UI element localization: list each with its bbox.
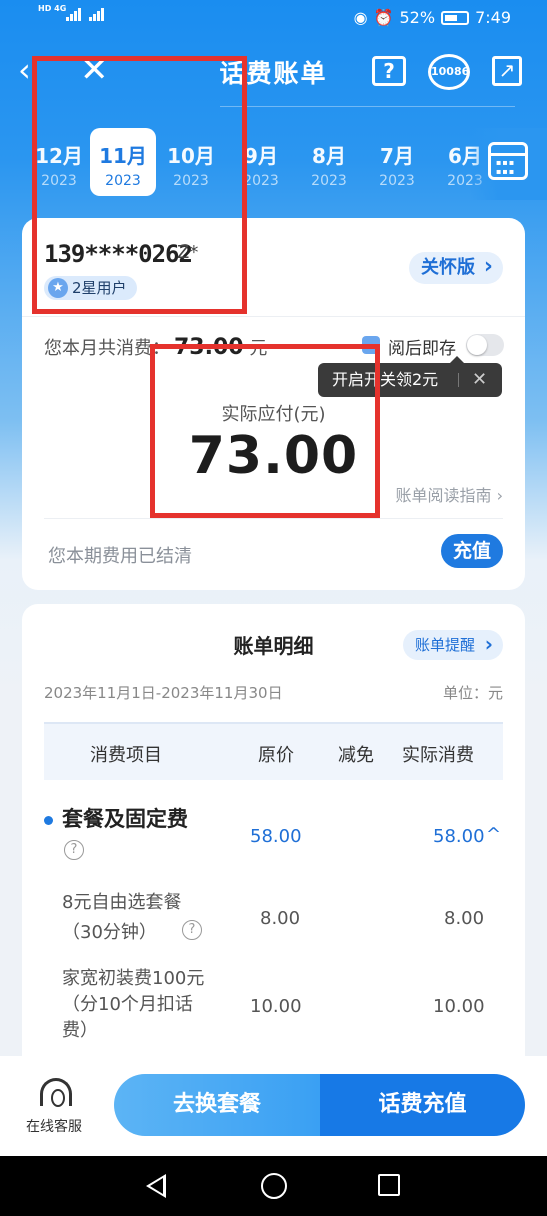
- settled-status: 您本期费用已结清: [48, 546, 192, 567]
- save-after-read-label: 阅后即存: [388, 339, 456, 359]
- recharge-button[interactable]: 充值: [441, 534, 503, 568]
- battery-icon: [441, 10, 470, 25]
- help-icon[interactable]: ?: [64, 840, 84, 860]
- headset-icon[interactable]: [40, 1078, 72, 1107]
- tooltip-close-icon[interactable]: ✕: [472, 363, 487, 397]
- divider: [22, 316, 525, 317]
- item-name: 家宽初装费100元 （分10个月扣话 费）: [62, 968, 205, 1041]
- group-name[interactable]: 套餐及固定费: [62, 806, 188, 832]
- annotation-box: [32, 56, 247, 314]
- item-original-price: 8.00: [260, 908, 301, 929]
- column-header: 消费项目: [90, 745, 162, 766]
- column-header: 实际消费: [402, 745, 474, 766]
- item-name: 8元自由选套餐 （30分钟）: [62, 892, 182, 943]
- topup-button[interactable]: 话费充值: [320, 1074, 525, 1136]
- annotation-box: [150, 344, 380, 518]
- month-tab[interactable]: 8月 2023: [296, 128, 362, 196]
- column-header: 减免: [338, 745, 374, 766]
- bullet-icon: [44, 816, 53, 825]
- customer-service-icon[interactable]: 10086: [428, 54, 470, 90]
- nav-back-icon[interactable]: [146, 1174, 166, 1198]
- eye-icon: ◉: [353, 8, 368, 27]
- header-divider: [220, 106, 515, 107]
- help-icon[interactable]: ?: [372, 56, 406, 86]
- nav-home-icon[interactable]: [261, 1173, 287, 1199]
- battery-percent: 52%: [399, 8, 436, 27]
- item-actual-cost: 8.00: [444, 908, 485, 929]
- signal-icon: [66, 8, 104, 21]
- chevron-up-icon[interactable]: ^: [486, 824, 501, 845]
- save-after-read-toggle[interactable]: [466, 334, 504, 356]
- group-original-price: 58.00: [250, 826, 302, 847]
- bill-details-card: 账单明细 账单提醒 2023年11月1日-2023年11月30日 单位：元 消费…: [22, 604, 525, 1074]
- item-actual-cost: 10.00: [433, 996, 485, 1017]
- divider: [44, 518, 503, 519]
- item-original-price: 10.00: [250, 996, 302, 1017]
- nav-recents-icon[interactable]: [378, 1174, 400, 1196]
- calendar-icon[interactable]: [488, 142, 528, 180]
- column-header: 原价: [258, 745, 294, 766]
- system-nav-bar: [0, 1156, 547, 1216]
- month-tab[interactable]: 7月 2023: [364, 128, 430, 196]
- bill-guide-link[interactable]: 账单阅读指南 ›: [396, 482, 504, 506]
- billing-period: 2023年11月1日-2023年11月30日: [44, 684, 283, 702]
- bottom-action-bar: 在线客服 去换套餐 话费充值: [0, 1056, 547, 1156]
- share-icon[interactable]: ↗: [492, 56, 522, 86]
- care-mode-button[interactable]: 关怀版: [409, 251, 503, 284]
- network-indicator: HD 4G: [38, 4, 67, 13]
- currency-unit: 单位：元: [442, 684, 503, 702]
- bill-reminder-button[interactable]: 账单提醒: [402, 629, 503, 660]
- change-plan-button[interactable]: 去换套餐: [114, 1074, 320, 1136]
- clock: 7:49: [475, 8, 511, 27]
- online-service-label[interactable]: 在线客服: [26, 1116, 82, 1136]
- group-actual-cost: 58.00: [433, 826, 485, 847]
- table-header: 消费项目 原价 减免 实际消费: [44, 722, 503, 780]
- status-bar: HD 4G ◉ ⏰ 52% 7:49: [0, 0, 547, 34]
- help-icon[interactable]: ?: [182, 920, 202, 940]
- alarm-icon: ⏰: [373, 8, 394, 27]
